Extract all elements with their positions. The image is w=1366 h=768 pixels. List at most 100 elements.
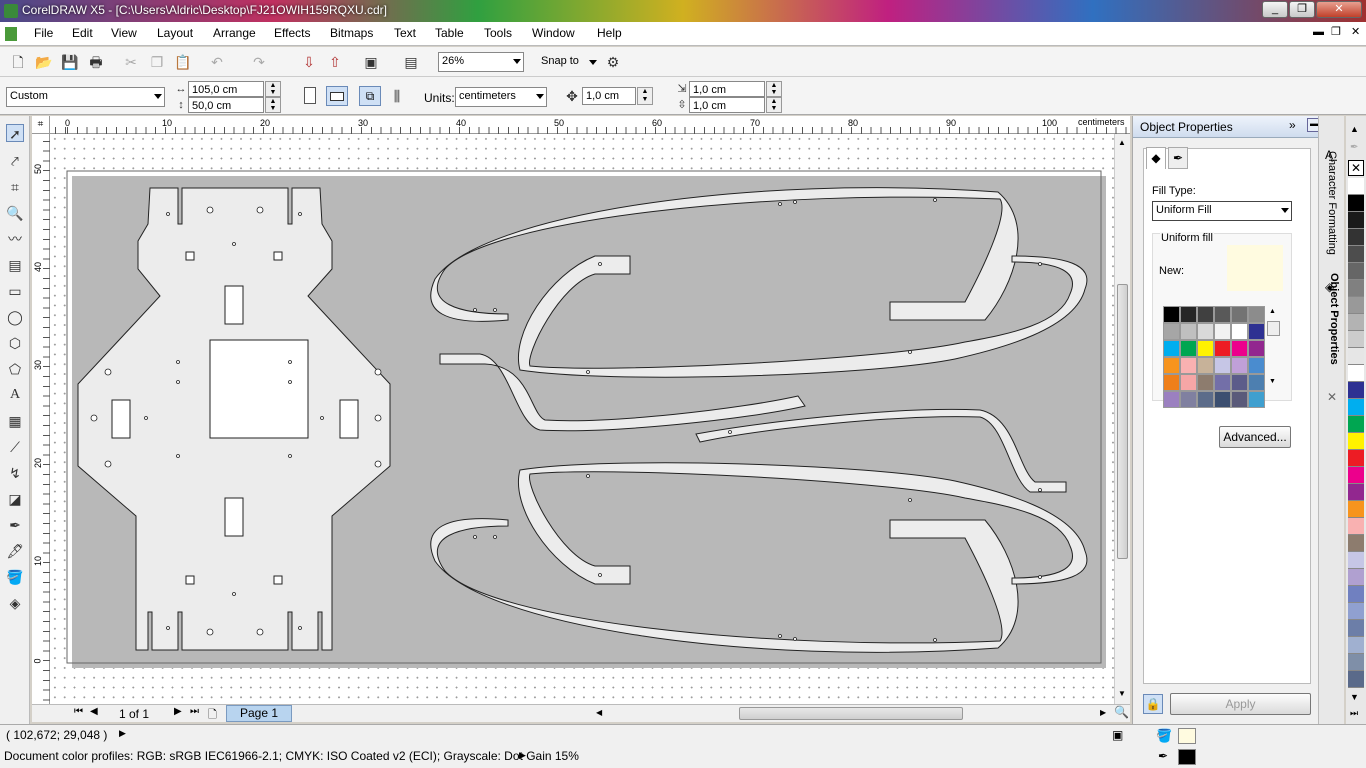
palette-swatch[interactable] (1348, 348, 1364, 365)
docker-tab-object-properties[interactable]: Object Properties (1328, 273, 1340, 403)
horizontal-scroll-thumb[interactable] (739, 707, 963, 720)
palette-swatch[interactable] (1348, 297, 1364, 314)
color-swatch[interactable] (1231, 391, 1248, 408)
color-swatch[interactable] (1214, 391, 1231, 408)
color-swatch[interactable] (1231, 357, 1248, 374)
palette-swatch[interactable] (1348, 484, 1364, 501)
freehand-tool-icon[interactable]: 〰 (6, 230, 24, 248)
color-swatch[interactable] (1180, 306, 1197, 323)
palette-swatch[interactable] (1348, 280, 1364, 297)
color-swatch[interactable] (1180, 374, 1197, 391)
menu-effects[interactable]: Effects (274, 26, 310, 40)
fill-tool-icon[interactable]: 🪣 (6, 568, 24, 586)
scroll-left-arrow-icon[interactable]: ◀ (596, 708, 602, 717)
menu-tools[interactable]: Tools (484, 26, 512, 40)
color-swatch[interactable] (1248, 357, 1265, 374)
color-swatch[interactable] (1214, 340, 1231, 357)
menu-text[interactable]: Text (394, 26, 416, 40)
no-color-swatch-icon[interactable]: ✕ (1348, 160, 1364, 176)
palette-swatch[interactable] (1348, 603, 1364, 620)
coordinates-menu-icon[interactable]: ▶ (119, 728, 126, 739)
color-swatch[interactable] (1248, 323, 1265, 340)
color-swatch[interactable] (1163, 340, 1180, 357)
restore-window-button[interactable]: ❐ (1289, 1, 1315, 18)
lock-icon[interactable]: 🔒 (1143, 694, 1163, 714)
import-icon[interactable]: ⇩ (300, 53, 318, 71)
redo-icon[interactable]: ↷ (250, 53, 268, 71)
smart-fill-tool-icon[interactable]: ▤ (6, 256, 24, 274)
undo-icon[interactable]: ↶ (208, 53, 226, 71)
zoom-tool-icon[interactable]: 🔍 (6, 204, 24, 222)
drawing-canvas[interactable] (50, 134, 1114, 704)
palette-swatch[interactable] (1348, 450, 1364, 467)
menu-table[interactable]: Table (435, 26, 464, 40)
swatch-scroll-down-icon[interactable]: ▼ (1269, 378, 1276, 385)
navigator-icon[interactable]: 🔍 (1114, 705, 1129, 719)
shape-tool-icon[interactable]: ⤤ (6, 152, 24, 170)
color-swatch[interactable] (1197, 306, 1214, 323)
color-swatch[interactable] (1214, 374, 1231, 391)
color-swatch[interactable] (1231, 306, 1248, 323)
height-spinner[interactable]: ▲ ▼ (265, 97, 281, 113)
palette-swatch[interactable] (1348, 501, 1364, 518)
menu-layout[interactable]: Layout (157, 26, 193, 40)
previous-page-icon[interactable]: ◀ (90, 706, 98, 717)
ellipse-tool-icon[interactable]: ◯ (6, 308, 24, 326)
first-page-icon[interactable]: ⏮ (74, 706, 83, 717)
color-swatch[interactable] (1197, 357, 1214, 374)
menu-edit[interactable]: Edit (72, 26, 93, 40)
blend-tool-icon[interactable]: ◪ (6, 490, 24, 508)
color-swatch[interactable] (1248, 340, 1265, 357)
palette-swatch[interactable] (1348, 212, 1364, 229)
page-tab-1[interactable]: Page 1 (226, 705, 292, 722)
palette-swatches[interactable] (1348, 178, 1364, 690)
copy-icon[interactable]: ❐ (148, 53, 166, 71)
drawing-artwork[interactable] (50, 134, 1114, 704)
palette-swatch[interactable] (1348, 671, 1364, 688)
page-size-select[interactable]: Custom (6, 87, 165, 107)
vertical-scroll-thumb[interactable] (1117, 284, 1128, 559)
menu-bitmaps[interactable]: Bitmaps (330, 26, 373, 40)
color-swatch[interactable] (1163, 323, 1180, 340)
page-width-field[interactable]: 105,0 cm (188, 81, 264, 97)
color-swatch[interactable] (1163, 306, 1180, 323)
palette-swatch[interactable] (1348, 399, 1364, 416)
palette-swatch[interactable] (1348, 314, 1364, 331)
expand-docker-icon[interactable]: » (1289, 118, 1296, 132)
add-page-icon[interactable]: 🗋 (208, 706, 217, 725)
width-spinner[interactable]: ▲ ▼ (265, 81, 281, 97)
portrait-button[interactable] (304, 87, 316, 104)
palette-swatch[interactable] (1348, 433, 1364, 450)
fill-type-select[interactable]: Uniform Fill (1152, 201, 1292, 221)
advanced-button[interactable]: Advanced... (1219, 426, 1291, 448)
rectangle-tool-icon[interactable]: ▭ (6, 282, 24, 300)
color-swatch[interactable] (1180, 323, 1197, 340)
ruler-origin-icon[interactable]: ⌗ (32, 116, 50, 134)
text-tool-icon[interactable]: A (6, 386, 24, 404)
save-icon[interactable]: 💾 (61, 53, 79, 71)
palette-swatch[interactable] (1348, 552, 1364, 569)
crop-tool-icon[interactable]: ⌗ (6, 178, 24, 196)
menu-arrange[interactable]: Arrange (213, 26, 256, 40)
palette-swatch[interactable] (1348, 637, 1364, 654)
palette-swatch[interactable] (1348, 569, 1364, 586)
duplicate-y-spinner[interactable]: ▲ ▼ (766, 97, 782, 113)
palette-swatch[interactable] (1348, 263, 1364, 280)
color-swatch[interactable] (1197, 323, 1214, 340)
print-icon[interactable]: 🖶 (87, 53, 105, 71)
eyedropper-tool-icon[interactable]: ✒ (6, 516, 24, 534)
apply-button[interactable]: Apply (1170, 693, 1311, 715)
palette-swatch[interactable] (1348, 620, 1364, 637)
menu-window[interactable]: Window (532, 26, 575, 40)
current-page-icon[interactable]: ⫼ (388, 87, 406, 105)
color-swatch[interactable] (1248, 374, 1265, 391)
palette-swatch[interactable] (1348, 229, 1364, 246)
vertical-ruler[interactable]: 50 40 30 20 10 0 (32, 134, 50, 720)
fill-tab-icon[interactable]: ◆ (1146, 147, 1166, 169)
interactive-fill-tool-icon[interactable]: ◈ (6, 594, 24, 612)
dimension-tool-icon[interactable]: ⟋ (6, 438, 24, 456)
palette-swatch[interactable] (1348, 518, 1364, 535)
last-page-icon[interactable]: ⏭ (190, 706, 199, 717)
open-folder-icon[interactable]: 📂 (35, 53, 53, 71)
color-swatch[interactable] (1214, 357, 1231, 374)
